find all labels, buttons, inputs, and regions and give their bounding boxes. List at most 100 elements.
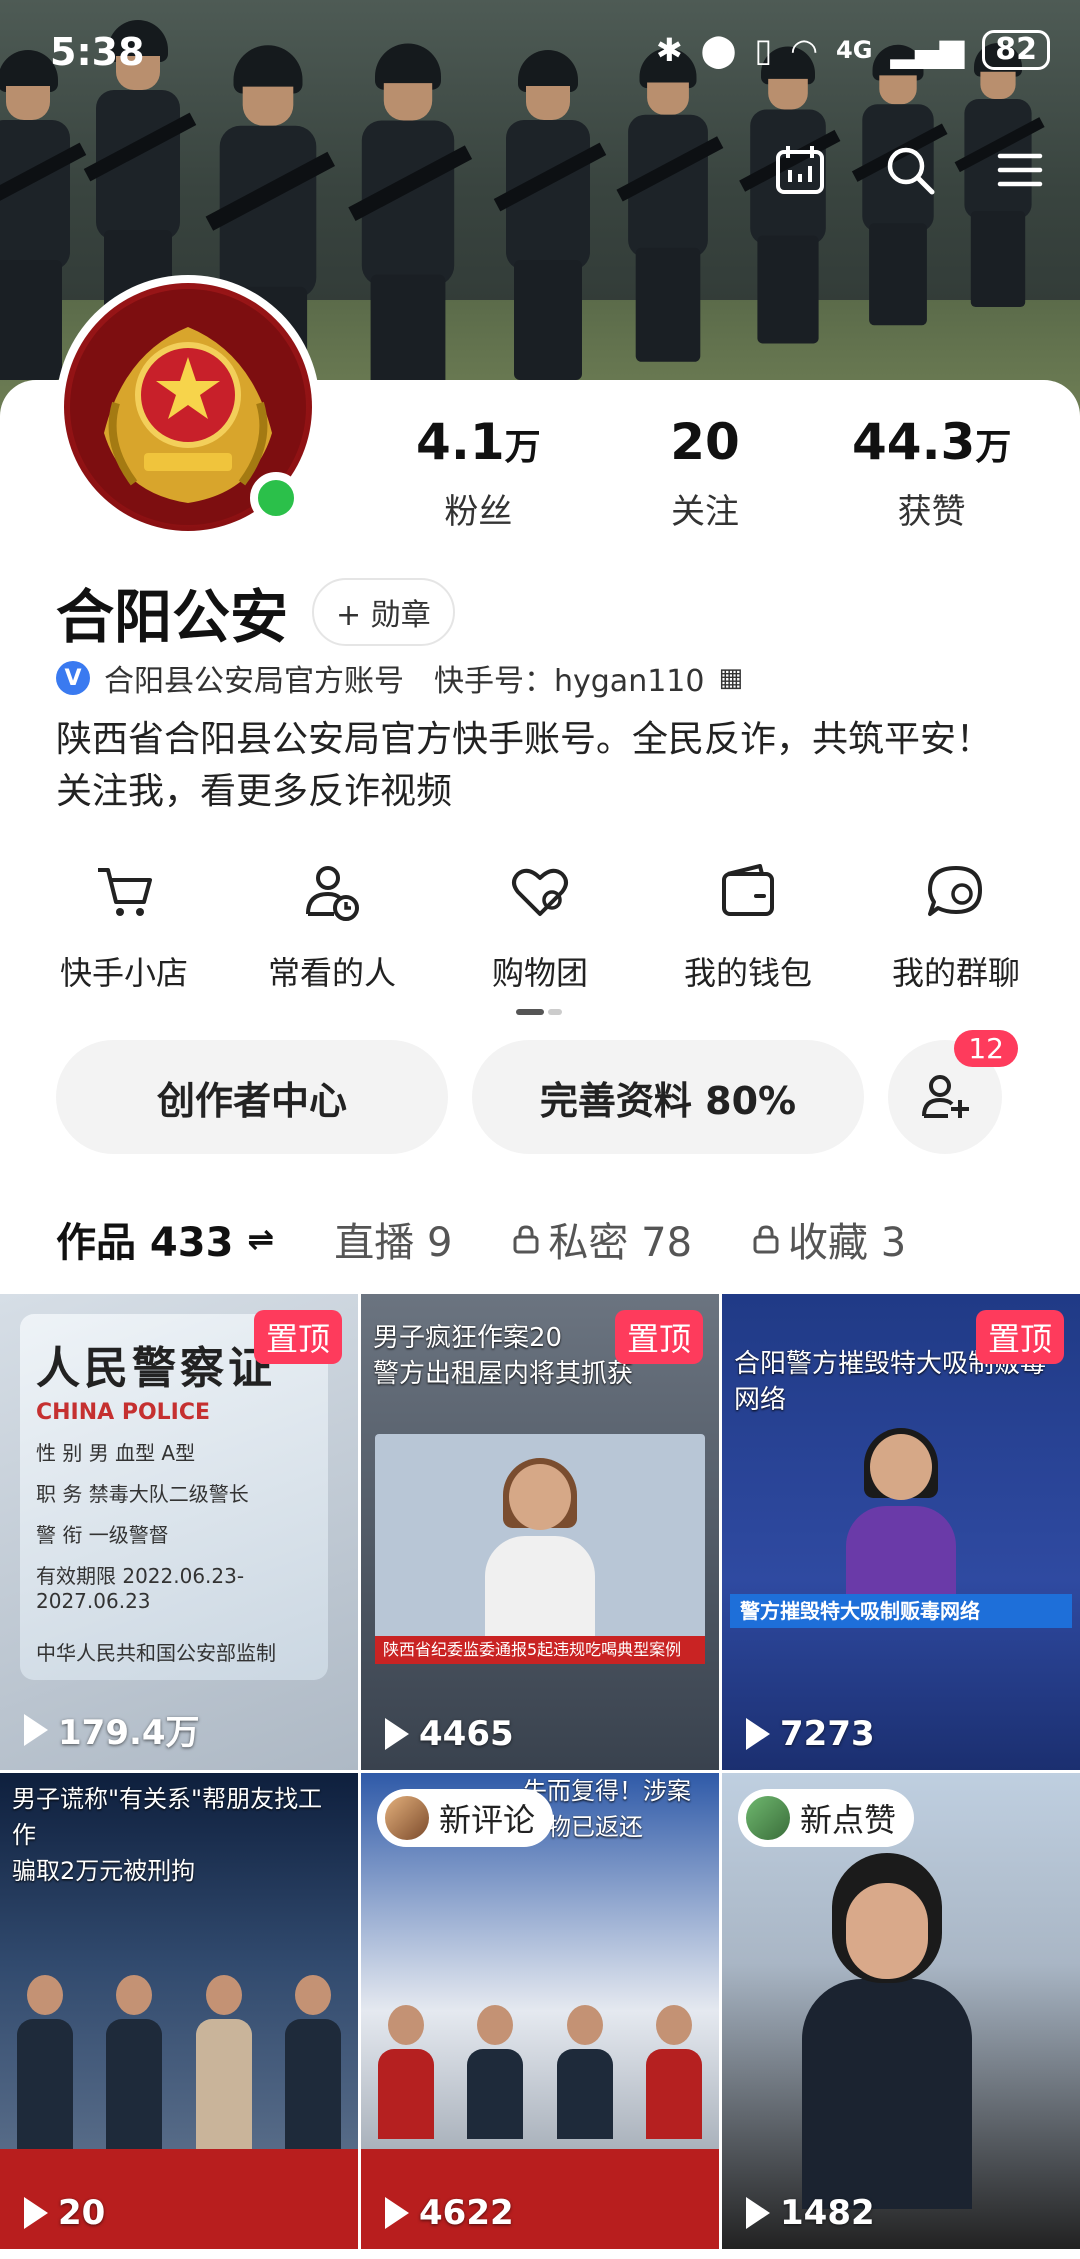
shortcut-frequent[interactable]: 常看的人 — [237, 860, 427, 994]
shortcut-label: 我的群聊 — [891, 954, 1020, 992]
shortcut-pager — [516, 1000, 564, 1015]
video-caption: 男子谎称"有关系"帮朋友找工作 骗取2万元被刑拘 — [12, 1785, 323, 1885]
chat-icon — [928, 866, 982, 916]
network-label: 4G — [836, 36, 873, 64]
shortcut-label: 购物团 — [491, 954, 588, 992]
video-grid: 人民警察证 CHINA POLICE 性 别 男 血型 A型 职 务 禁毒大队二… — [0, 1294, 1080, 2249]
vibrate-icon: ▯ — [754, 31, 773, 69]
heart-icon — [512, 868, 568, 916]
action-row: 创作者中心 完善资料 80% 12 — [56, 1030, 1018, 1154]
view-count: 179.4万 — [24, 1705, 200, 1754]
pinned-tag: 置顶 — [975, 1310, 1064, 1364]
officer-image — [802, 1853, 972, 2209]
view-count: 4622 — [385, 2193, 514, 2233]
profile-bio: 陕西省合阳县公安局官方快手账号。全民反诈，共筑平安！关注我，看更多反诈视频 — [56, 719, 993, 812]
police-officers-image — [0, 1903, 358, 2169]
stat-label: 粉丝 — [444, 492, 513, 532]
online-status-dot — [250, 472, 302, 524]
shortcut-label: 常看的人 — [267, 954, 396, 992]
video-card[interactable]: 新点赞 1482 — [722, 1773, 1080, 2249]
view-count: 7273 — [746, 1714, 875, 1754]
shortcut-shop[interactable]: 快手小店 — [29, 860, 219, 994]
complete-profile-button[interactable]: 完善资料 80% — [472, 1040, 864, 1154]
shortcut-groupchat[interactable]: 我的群聊 — [861, 860, 1051, 994]
play-icon — [746, 1718, 770, 1750]
mini-avatar — [746, 1796, 790, 1840]
new-like-chip[interactable]: 新点赞 — [738, 1789, 915, 1847]
police-id-card-image: 人民警察证 CHINA POLICE 性 别 男 血型 A型 职 务 禁毒大队二… — [20, 1314, 328, 1680]
view-count: 4465 — [385, 1714, 514, 1754]
stat-label: 获赞 — [897, 492, 966, 532]
stat-following[interactable]: 20 关注 — [592, 412, 819, 533]
lock-icon — [513, 1225, 539, 1254]
id-card-line: 职 务 禁毒大队二级警长 — [36, 1482, 249, 1506]
signal-icon: ▂▄▆ — [890, 31, 965, 69]
wifi-icon: ◠ — [790, 31, 819, 69]
shortcut-label: 快手小店 — [59, 954, 188, 992]
person-clock-icon — [306, 866, 359, 921]
tab-label: 私密 78 — [548, 1220, 693, 1266]
content-tabs: 作品 433 ⇌ 直播 9 私密 78 收藏 3 — [56, 1210, 1046, 1300]
pinned-tag: 置顶 — [253, 1310, 342, 1364]
id-card-issuer: 中华人民共和国公安部监制 — [36, 1641, 276, 1665]
shortcut-group-buy[interactable]: 购物团 — [445, 860, 635, 994]
search-icon[interactable] — [880, 140, 940, 200]
id-card-line: 有效期限 2022.06.23-2027.06.23 — [36, 1564, 245, 1613]
verify-text: 合阳县公安局官方账号 — [104, 664, 404, 699]
kuaishou-id[interactable]: 快手号：hygan110 — [434, 656, 704, 700]
play-icon — [24, 1713, 48, 1746]
menu-icon[interactable] — [990, 140, 1050, 200]
creator-center-button[interactable]: 创作者中心 — [56, 1040, 448, 1154]
battery-indicator: 82 — [982, 30, 1050, 70]
profile-name: 合阳公安 — [56, 583, 289, 651]
video-card[interactable]: 人民警察证 CHINA POLICE 性 别 男 血型 A型 职 务 禁毒大队二… — [0, 1294, 358, 1770]
sort-swap-icon[interactable]: ⇌ — [247, 1220, 274, 1258]
top-actions — [770, 140, 1050, 200]
tab-private[interactable]: 私密 78 — [512, 1210, 692, 1268]
name-row: 合阳公安 + 勋章 — [56, 570, 455, 654]
id-card-english: CHINA POLICE — [36, 1400, 211, 1425]
add-badge-button[interactable]: + 勋章 — [312, 578, 455, 646]
stat-label: 关注 — [671, 492, 739, 532]
stat-value: 4.1万 — [416, 413, 541, 471]
stat-followers[interactable]: 4.1万 粉丝 — [365, 412, 592, 533]
news-ticker: 警方摧毁特大吸制贩毒网络 — [730, 1594, 1072, 1628]
tab-label: 直播 9 — [334, 1220, 453, 1266]
add-friend-button[interactable]: 12 — [888, 1030, 1018, 1154]
shortcut-row: 快手小店 常看的人 购物团 我的钱包 我的群聊 — [0, 860, 1080, 994]
new-comment-chip[interactable]: 新评论 — [377, 1789, 554, 1847]
status-icons: ✱ ⬤ ▯ ◠ 4G ▂▄▆ 82 — [656, 30, 1050, 70]
news-ticker: 陕西省纪委监委通报5起违规吃喝典型案例 — [375, 1636, 705, 1664]
bluetooth-icon: ✱ — [655, 31, 683, 69]
tab-live[interactable]: 直播 9 — [334, 1210, 452, 1268]
play-icon — [746, 2197, 770, 2229]
play-icon — [385, 2197, 409, 2229]
tab-label: 收藏 3 — [788, 1220, 907, 1266]
shortcut-wallet[interactable]: 我的钱包 — [653, 860, 843, 994]
view-count: 1482 — [746, 2193, 875, 2233]
stat-value: 20 — [670, 413, 740, 471]
verify-row: V 合阳县公安局官方账号 快手号：hygan110 ▦ — [56, 656, 743, 700]
add-person-icon — [922, 1075, 969, 1118]
stat-likes[interactable]: 44.3万 获赞 — [818, 412, 1045, 533]
video-caption: 男子疯狂作案20 警方出租屋内将其抓获 — [373, 1323, 634, 1389]
play-icon — [24, 2197, 48, 2229]
tab-works[interactable]: 作品 433 ⇌ — [56, 1210, 274, 1300]
video-card[interactable]: 合阳警方摧毁特大吸制贩毒网络 警方摧毁特大吸制贩毒网络 置顶 7273 — [722, 1294, 1080, 1770]
qrcode-icon[interactable]: ▦ — [718, 663, 743, 693]
ceremony-group-image — [361, 1943, 719, 2139]
tab-favorites[interactable]: 收藏 3 — [752, 1210, 906, 1268]
view-count: 20 — [24, 2193, 105, 2233]
video-card[interactable]: 失而复得！涉案财物已返还 新评论 4622 — [361, 1773, 719, 2249]
lock-icon — [753, 1225, 779, 1254]
id-card-line: 警 衔 一级警督 — [36, 1523, 169, 1547]
video-card[interactable]: 男子疯狂作案20 警方出租屋内将其抓获 陕西省纪委监委通报5起违规吃喝典型案例 … — [361, 1294, 719, 1770]
status-time: 5:38 — [50, 30, 145, 74]
id-card-line: 性 别 男 血型 A型 — [36, 1441, 196, 1465]
status-bar: 5:38 ✱ ⬤ ▯ ◠ 4G ▂▄▆ 82 — [0, 0, 1080, 110]
wallet-icon — [722, 864, 774, 916]
video-card[interactable]: 男子谎称"有关系"帮朋友找工作 骗取2万元被刑拘 20 — [0, 1773, 358, 2249]
friend-request-count: 12 — [954, 1030, 1018, 1067]
calendar-icon[interactable] — [770, 140, 830, 200]
stat-value: 44.3万 — [851, 413, 1012, 471]
